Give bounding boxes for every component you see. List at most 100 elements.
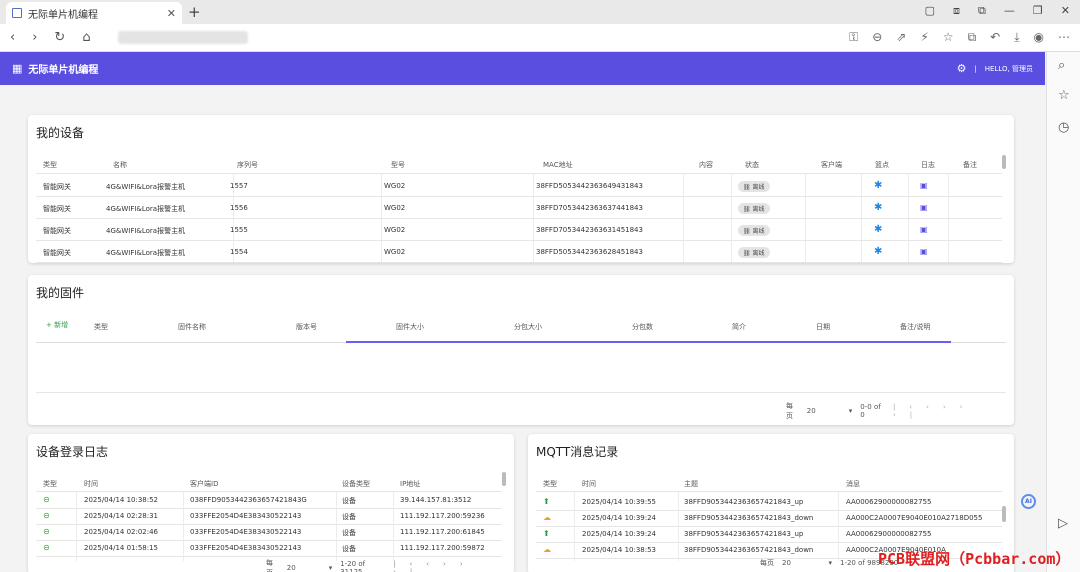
window-btn-0[interactable]: ▢ xyxy=(925,4,935,18)
mqtt-col-header: 时间 xyxy=(582,480,596,488)
debug-star-icon[interactable]: ✱ xyxy=(874,180,882,191)
log-calendar-icon[interactable]: ▣ xyxy=(920,225,928,234)
fw-page-nav[interactable]: |‹‹›› ›| xyxy=(893,403,1014,419)
log-col-divider xyxy=(393,491,394,561)
log-time: 2025/04/14 02:02:46 xyxy=(84,528,159,536)
app-root: ▦ 无际单片机编程 ⚙ | HELLO, 管理员 我的设备 类型 名称 序列号 型号 M… xyxy=(0,52,1045,572)
devices-col-header: 序列号 xyxy=(237,161,258,169)
fw-footer-line xyxy=(36,392,1006,393)
log-time: 2025/04/14 02:28:31 xyxy=(84,512,159,520)
share-icon[interactable]: ⇗ xyxy=(896,30,906,45)
fw-loading-bar xyxy=(346,341,951,343)
app-title: 无际单片机编程 xyxy=(28,65,99,76)
expand-panel-icon[interactable]: ▷ xyxy=(1058,516,1068,531)
log-client-id: 033FFE2054D4E383430522143 xyxy=(190,512,302,520)
log-device-type: 设备 xyxy=(342,513,356,521)
mqtt-time: 2025/04/14 10:39:55 xyxy=(582,498,657,506)
device-serial: 1554 xyxy=(230,248,248,256)
window-close-icon[interactable]: ✕ xyxy=(1061,4,1070,18)
minimize-icon[interactable]: — xyxy=(1004,4,1015,18)
favorites-icon[interactable]: ☆ xyxy=(1058,88,1070,103)
back-icon[interactable]: ‹ xyxy=(10,30,15,45)
mqtt-row-line xyxy=(536,526,1002,527)
mqtt-per-page-label: 每页 xyxy=(760,559,774,567)
devices-card: 我的设备 类型 名称 序列号 型号 MAC地址 内容 状态 客户端 篮点 日志 备注 智能网关 4G&W… xyxy=(28,115,1014,263)
log-ip: 111.192.117.200:61845 xyxy=(400,528,485,536)
add-firmware-button[interactable]: + 新增 xyxy=(46,320,68,330)
unlink-icon: ⛓ xyxy=(743,228,753,235)
log-calendar-icon[interactable]: ▣ xyxy=(920,181,928,190)
firmware-col-header: 版本号 xyxy=(296,323,317,331)
unlink-icon: ⛓ xyxy=(743,184,753,191)
fw-per-page-value: 20 xyxy=(806,407,816,415)
mqtt-message: AA000C2A0007E9040E010A2718D055 xyxy=(846,514,983,522)
home-icon[interactable]: ⌂ xyxy=(82,30,90,45)
download-icon[interactable]: ⤓ xyxy=(1014,30,1019,45)
upload-icon: ⬆ xyxy=(543,529,550,538)
devices-col-header: 篮点 xyxy=(875,161,889,169)
debug-star-icon[interactable]: ✱ xyxy=(874,246,882,257)
chevron-down-icon: ▾ xyxy=(828,559,832,567)
favorite-icon[interactable]: ☆ xyxy=(943,30,954,45)
app-header: ▦ 无际单片机编程 ⚙ | HELLO, 管理员 xyxy=(0,52,1045,85)
refresh-icon[interactable]: ↻ xyxy=(54,30,65,45)
url-field[interactable] xyxy=(118,31,248,44)
restore-icon[interactable]: ❐ xyxy=(1033,4,1043,18)
devices-scrollbar[interactable] xyxy=(1002,155,1006,169)
zoom-icon[interactable]: ⊖ xyxy=(872,30,882,45)
log-device-type: 设备 xyxy=(342,497,356,505)
status-text: 离线 xyxy=(752,184,765,191)
settings-icon[interactable]: ⚙ xyxy=(957,62,967,75)
profile-icon[interactable]: ◉ xyxy=(1034,30,1044,45)
status-badge: ⛓ 离线 xyxy=(738,247,770,258)
mqtt-per-page-select[interactable]: 20 ▾ xyxy=(782,559,832,567)
devices-col-header: 名称 xyxy=(113,161,127,169)
devices-col-header: 客户端 xyxy=(821,161,842,169)
fw-per-page-select[interactable]: 20 ▾ xyxy=(807,407,853,415)
device-serial: 1555 xyxy=(230,226,248,234)
log-per-page-select[interactable]: 20 ▾ xyxy=(287,564,332,572)
log-calendar-icon[interactable]: ▣ xyxy=(920,203,928,212)
mqtt-row-line xyxy=(536,542,1002,543)
browser-tab[interactable]: 无际单片机编程 ✕ xyxy=(6,2,182,24)
tab-close-icon[interactable]: ✕ xyxy=(167,7,176,20)
log-col-header: 时间 xyxy=(84,480,98,488)
login-log-scrollbar[interactable] xyxy=(502,472,506,486)
status-text: 离线 xyxy=(752,206,765,213)
ai-assistant-icon[interactable]: AI xyxy=(1021,494,1036,509)
log-calendar-icon[interactable]: ▣ xyxy=(920,247,928,256)
device-mac: 38FFD7053442363631451843 xyxy=(536,226,643,234)
firmware-col-header: 简介 xyxy=(732,323,746,331)
device-serial: 1556 xyxy=(230,204,248,212)
extension-flash-icon[interactable]: ⚡ xyxy=(920,30,928,45)
logo-icon: ▦ xyxy=(12,62,23,75)
more-icon[interactable]: ⋯ xyxy=(1058,30,1070,45)
page-favicon-icon xyxy=(12,8,22,18)
forward-icon[interactable]: › xyxy=(32,30,37,45)
log-page-nav[interactable]: |‹‹›› ›| xyxy=(393,560,514,572)
history-back-icon[interactable]: ↶ xyxy=(990,30,1000,45)
firmware-col-header: 备注/说明 xyxy=(900,323,931,331)
split-screen-icon[interactable]: ⧉ xyxy=(968,30,977,45)
key-icon[interactable]: ⚿ xyxy=(849,30,858,45)
mqtt-topic: 38FFD9053442363657421843_up xyxy=(684,498,804,506)
mqtt-title: MQTT消息记录 xyxy=(536,445,619,459)
mqtt-scrollbar[interactable] xyxy=(1002,506,1006,522)
log-client-id: 033FFE2054D4E383430522143 xyxy=(190,528,302,536)
clock-icon[interactable]: ◷ xyxy=(1058,120,1069,135)
devices-row-line xyxy=(36,262,1002,263)
link-icon: ⊝ xyxy=(43,527,50,536)
debug-star-icon[interactable]: ✱ xyxy=(874,202,882,213)
debug-star-icon[interactable]: ✱ xyxy=(874,224,882,235)
browser-tab-bar: 无际单片机编程 ✕ + ▢ ⧈ ⧉ — ❐ ✕ xyxy=(0,0,1080,24)
search-icon[interactable]: ⌕ xyxy=(1058,58,1065,73)
user-greeting[interactable]: HELLO, 管理员 xyxy=(985,64,1033,74)
window-btn-2[interactable]: ⧉ xyxy=(978,4,986,18)
log-range: 1-20 of 31125 xyxy=(340,560,366,572)
window-btn-1[interactable]: ⧈ xyxy=(953,4,960,18)
device-type: 智能网关 xyxy=(43,205,71,213)
new-tab-icon[interactable]: + xyxy=(188,3,201,21)
log-col-divider xyxy=(183,491,184,561)
log-time: 2025/04/14 10:38:52 xyxy=(84,496,159,504)
login-log-card: 设备登录日志 类型 时间 客户端ID 设备类型 IP地址 ⊝ 2025/04/14 10:3… xyxy=(28,434,514,572)
